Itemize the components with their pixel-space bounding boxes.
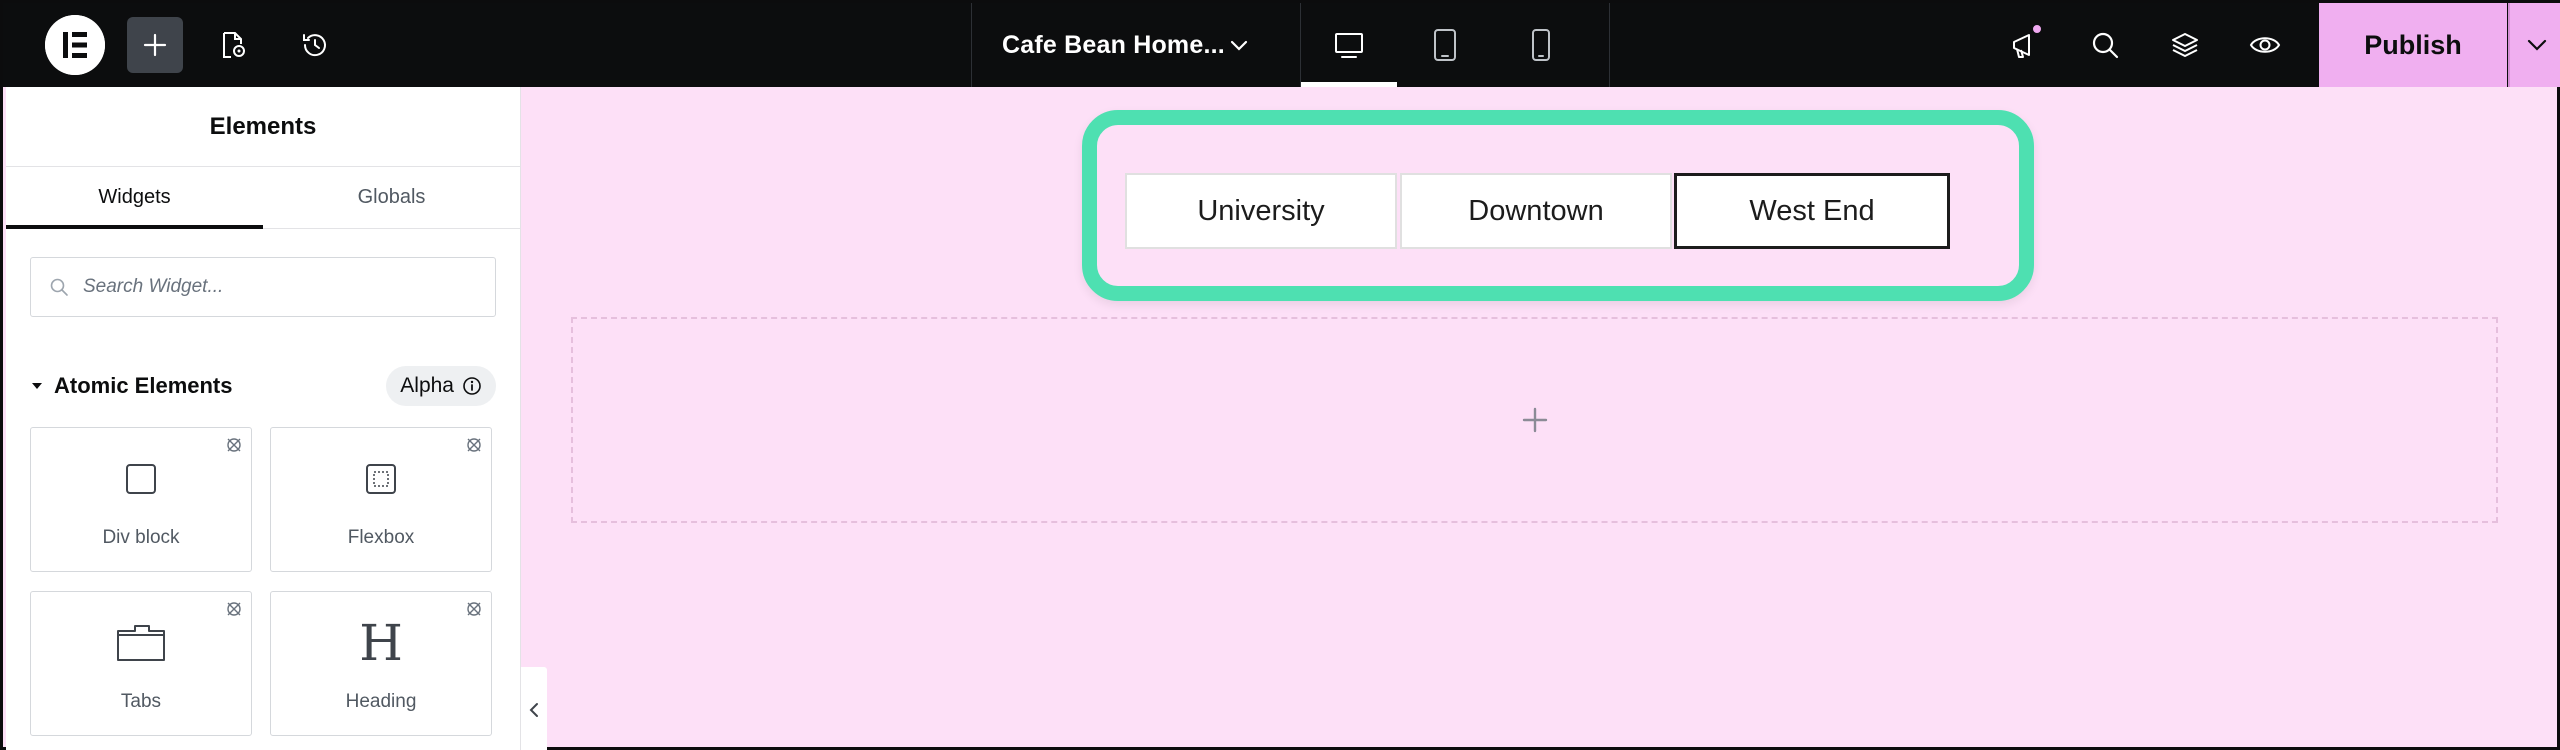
page-settings-icon — [223, 32, 245, 58]
history-icon — [303, 34, 326, 57]
add-section-dropzone[interactable] — [571, 317, 2498, 523]
tab-globals[interactable]: Globals — [263, 167, 520, 228]
heading-icon: H — [359, 614, 403, 672]
widget-heading[interactable]: H Heading — [270, 591, 492, 736]
caret-down-icon — [32, 383, 42, 389]
editor-window: Cafe Bean Home... Publish Elements Widge… — [0, 0, 2560, 750]
chevron-down-icon — [1230, 40, 1248, 51]
layers-icon — [2172, 33, 2198, 57]
search-widget-input[interactable] — [83, 276, 463, 298]
widget-label: Heading — [345, 691, 417, 712]
document-title: Cafe Bean Home... — [1002, 30, 1225, 59]
tabs-icon — [117, 625, 165, 661]
publish-button[interactable]: Publish — [2319, 3, 2507, 87]
toolbar-divider — [1609, 3, 1610, 87]
info-icon — [463, 377, 481, 395]
top-bar: Cafe Bean Home... Publish — [3, 3, 2560, 87]
search-icon — [50, 278, 68, 296]
atomic-badge-icon — [467, 602, 481, 616]
atomic-badge-icon — [467, 438, 481, 452]
alpha-badge[interactable]: Alpha — [386, 366, 496, 406]
elementor-logo-icon — [45, 15, 105, 75]
elements-panel: Elements Widgets Globals Atomic Elements… — [6, 87, 521, 750]
category-title: Atomic Elements — [54, 373, 233, 398]
desktop-icon — [1335, 33, 1363, 58]
panel-tabs: Widgets Globals — [6, 167, 520, 229]
editor-canvas: University Downtown West End — [521, 87, 2560, 750]
atomic-badge-icon — [227, 438, 241, 452]
tab-widgets[interactable]: Widgets — [6, 167, 263, 229]
flexbox-icon — [366, 464, 396, 494]
category-header: Atomic Elements Alpha — [30, 365, 496, 407]
notifications-button[interactable] — [1997, 17, 2053, 73]
search-icon — [2092, 32, 2119, 59]
plus-icon — [1522, 407, 1547, 433]
add-element-button[interactable] — [127, 17, 183, 73]
widget-search — [30, 257, 496, 317]
mobile-icon — [1532, 29, 1550, 61]
document-switcher[interactable]: Cafe Bean Home... — [971, 3, 1301, 87]
panel-title: Elements — [6, 87, 520, 167]
tab-university[interactable]: University — [1125, 173, 1397, 249]
publish-options-button[interactable] — [2508, 3, 2560, 87]
widget-tabs[interactable]: Tabs — [30, 591, 252, 736]
category-toggle[interactable]: Atomic Elements — [30, 373, 233, 399]
elementor-logo[interactable] — [45, 15, 105, 75]
history-button[interactable] — [287, 17, 343, 73]
div-block-icon — [126, 464, 156, 494]
preview-button[interactable] — [2237, 17, 2293, 73]
plus-icon — [143, 33, 167, 57]
tablet-icon — [1434, 29, 1456, 61]
eye-icon — [2249, 37, 2281, 53]
atomic-badge-icon — [227, 602, 241, 616]
alpha-badge-label: Alpha — [400, 374, 454, 397]
chevron-down-icon — [2527, 39, 2546, 51]
widget-label: Div block — [102, 527, 180, 548]
widget-label: Tabs — [120, 691, 162, 712]
page-settings-button[interactable] — [205, 17, 261, 73]
widget-label: Flexbox — [347, 527, 415, 548]
widget-flexbox[interactable]: Flexbox — [270, 427, 492, 572]
notification-dot — [2031, 23, 2043, 35]
desktop-view-button[interactable] — [1301, 3, 1397, 87]
widget-div-block[interactable]: Div block — [30, 427, 252, 572]
tab-west-end[interactable]: West End — [1674, 173, 1950, 249]
tablet-view-button[interactable] — [1397, 3, 1493, 87]
search-button[interactable] — [2077, 17, 2133, 73]
mobile-view-button[interactable] — [1493, 3, 1589, 87]
structure-button[interactable] — [2157, 17, 2213, 73]
tab-downtown[interactable]: Downtown — [1400, 173, 1672, 249]
